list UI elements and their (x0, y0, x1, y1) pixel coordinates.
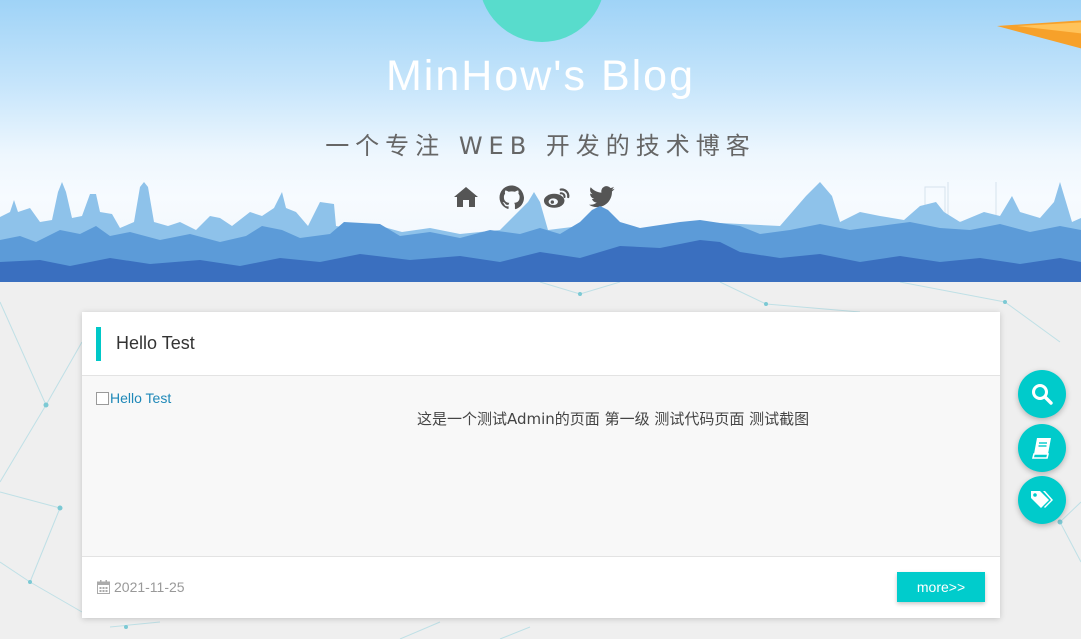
search-icon (1032, 384, 1053, 405)
post-card: Hello Test Hello Test 这是一个测试Admin的页面 第一级… (82, 312, 1000, 618)
post-date: 2021-11-25 (97, 579, 185, 595)
title-accent-bar (96, 327, 101, 361)
post-card-body: Hello Test 这是一个测试Admin的页面 第一级 测试代码页面 测试截… (82, 376, 1000, 557)
calendar-icon (97, 580, 110, 594)
decorative-circle (479, 0, 605, 42)
orange-streak-decoration (997, 20, 1081, 49)
post-date-text: 2021-11-25 (114, 579, 185, 595)
post-thumbnail[interactable]: Hello Test (96, 390, 171, 406)
site-subtitle: 一个专注 WEB 开发的技术博客 (325, 132, 756, 160)
book-icon (1032, 438, 1051, 459)
post-excerpt: 这是一个测试Admin的页面 第一级 测试代码页面 测试截图 (417, 410, 810, 428)
tags-button[interactable] (1018, 476, 1066, 524)
search-button[interactable] (1018, 370, 1066, 418)
archive-button[interactable] (1018, 424, 1066, 472)
post-title-link[interactable]: Hello Test (116, 333, 195, 354)
post-card-header: Hello Test (82, 312, 1000, 376)
post-thumbnail-alt: Hello Test (110, 390, 172, 406)
broken-image-icon (96, 391, 109, 405)
city-skyline-decoration (0, 182, 1081, 282)
post-card-footer: 2021-11-25 more>> (82, 557, 1000, 617)
site-header: MinHow's Blog 一个专注 WEB 开发的技术博客 (0, 0, 1081, 282)
tags-icon (1031, 491, 1053, 508)
read-more-button[interactable]: more>> (897, 572, 985, 602)
site-title[interactable]: MinHow's Blog (0, 52, 1081, 101)
